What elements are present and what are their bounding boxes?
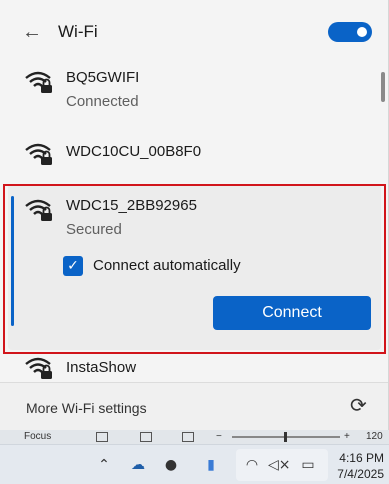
network-item-wdc10cu[interactable]: WDC10CU_00B8F0 (0, 130, 388, 170)
toggle-knob (357, 27, 367, 37)
secured-wifi-icon (25, 71, 52, 93)
network-item-bq5gwifi[interactable]: BQ5GWIFI Connected (0, 62, 388, 122)
web-layout-icon[interactable] (182, 432, 194, 442)
clock-time[interactable]: 4:16 PM (330, 451, 384, 465)
scrollbar-thumb[interactable] (381, 72, 385, 102)
secured-wifi-icon (25, 143, 52, 165)
network-name: BQ5GWIFI (66, 69, 140, 86)
quick-settings-group[interactable]: ◠ ◁× ▭ (236, 449, 328, 481)
secured-wifi-icon (25, 357, 52, 379)
read-mode-icon[interactable] (96, 432, 108, 442)
focus-button[interactable]: Focus (24, 430, 51, 444)
wifi-toggle[interactable] (328, 22, 372, 42)
network-status: Connected (66, 93, 139, 110)
network-name: WDC10CU_00B8F0 (66, 143, 202, 160)
speaker-muted-icon: ◁× (268, 457, 291, 473)
taskbar: ⌃ ☁ ● ▮ ◠ ◁× ▭ 4:16 PM 7/4/2025 (0, 444, 389, 484)
zoom-level[interactable]: 120 (366, 430, 383, 444)
zoom-out-button[interactable]: − (216, 430, 222, 444)
app-status-bar: Focus − + 120 (0, 430, 389, 444)
chevron-up-icon[interactable]: ⌃ (96, 455, 112, 475)
battery-icon: ▭ (301, 457, 315, 473)
highlight-box (3, 184, 386, 354)
network-item-instashow[interactable]: InstaShow (0, 354, 388, 382)
back-arrow-icon[interactable]: ← (22, 20, 42, 44)
refresh-icon[interactable]: ⟳ (350, 393, 374, 417)
onedrive-icon[interactable]: ☁ (128, 455, 148, 475)
more-wifi-settings-link[interactable]: More Wi-Fi settings (26, 399, 147, 417)
wifi-header: ← Wi-Fi (0, 0, 388, 62)
print-layout-icon[interactable] (140, 432, 152, 442)
wifi-icon: ◠ (245, 457, 259, 473)
zoom-slider-thumb[interactable] (284, 432, 287, 442)
wifi-footer: More Wi-Fi settings ⟳ (0, 383, 388, 430)
page-title: Wi-Fi (58, 22, 98, 41)
network-name: InstaShow (66, 359, 137, 376)
wifi-flyout: ← Wi-Fi BQ5GWIFI Connected WDC10CU_00B8F… (0, 0, 389, 430)
zoom-in-button[interactable]: + (344, 430, 350, 444)
app-tray-icon[interactable]: ● (162, 455, 180, 475)
clock-date[interactable]: 7/4/2025 (330, 467, 384, 481)
file-tray-icon[interactable]: ▮ (202, 455, 220, 475)
